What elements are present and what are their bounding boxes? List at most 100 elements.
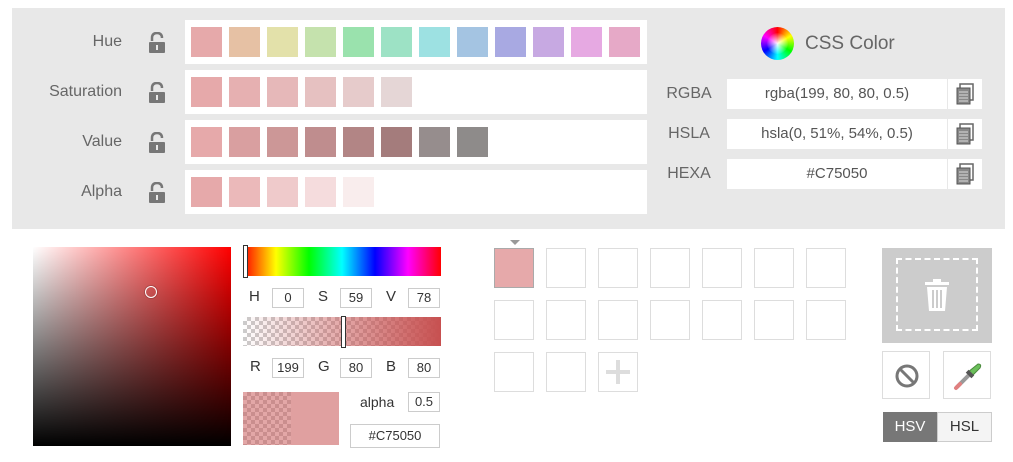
palette-slot-selected[interactable] xyxy=(494,248,534,288)
palette-slot[interactable] xyxy=(650,248,690,288)
value-swatch[interactable] xyxy=(343,127,374,157)
trash-drop-zone[interactable] xyxy=(882,248,992,343)
selected-slot-marker xyxy=(510,240,520,245)
hexa-copy-button[interactable] xyxy=(948,159,982,189)
palette-slot[interactable] xyxy=(546,352,586,392)
hsla-copy-button[interactable] xyxy=(948,119,982,149)
s-input[interactable]: 59 xyxy=(340,288,372,308)
hue-swatch[interactable] xyxy=(457,27,488,57)
alpha-swatch[interactable] xyxy=(305,177,336,207)
hue-swatch[interactable] xyxy=(191,27,222,57)
alpha-swatch[interactable] xyxy=(191,177,222,207)
rgba-value-field[interactable]: rgba(199, 80, 80, 0.5) xyxy=(727,79,947,109)
saturation-swatch[interactable] xyxy=(267,77,298,107)
v-label: V xyxy=(386,288,397,305)
saturation-swatch-row xyxy=(185,70,647,114)
unlock-icon[interactable] xyxy=(148,81,166,104)
saturation-swatch[interactable] xyxy=(381,77,412,107)
no-symbol-icon xyxy=(895,364,919,388)
hue-swatch[interactable] xyxy=(495,27,526,57)
sv-pointer[interactable] xyxy=(145,286,157,298)
palette-slot[interactable] xyxy=(702,248,742,288)
unlock-icon[interactable] xyxy=(148,131,166,154)
hue-swatch[interactable] xyxy=(533,27,564,57)
palette-slot[interactable] xyxy=(650,300,690,340)
saturation-swatch[interactable] xyxy=(343,77,374,107)
g-label: G xyxy=(318,358,330,375)
saturation-swatch[interactable] xyxy=(305,77,336,107)
hue-row-label: Hue xyxy=(92,33,122,50)
palette-slot[interactable] xyxy=(806,300,846,340)
hue-swatch[interactable] xyxy=(419,27,450,57)
value-swatch[interactable] xyxy=(267,127,298,157)
saturation-value-picker[interactable] xyxy=(33,247,231,446)
h-label: H xyxy=(249,288,260,305)
saturation-swatch[interactable] xyxy=(229,77,260,107)
copy-icon xyxy=(956,83,974,105)
hexa-label: HEXA xyxy=(667,165,711,182)
value-swatch[interactable] xyxy=(305,127,336,157)
value-swatch[interactable] xyxy=(229,127,260,157)
alpha-swatch-row xyxy=(185,170,647,214)
palette-slot[interactable] xyxy=(494,300,534,340)
unlock-icon[interactable] xyxy=(148,31,166,54)
value-swatch[interactable] xyxy=(419,127,450,157)
b-input[interactable]: 80 xyxy=(408,358,440,378)
palette-slot[interactable] xyxy=(806,248,846,288)
hue-swatch[interactable] xyxy=(343,27,374,57)
alpha-slider-handle[interactable] xyxy=(341,316,346,348)
hue-swatch[interactable] xyxy=(609,27,640,57)
value-swatch[interactable] xyxy=(457,127,488,157)
palette-slot[interactable] xyxy=(546,248,586,288)
hsla-value-field[interactable]: hsla(0, 51%, 54%, 0.5) xyxy=(727,119,947,149)
palette-slot[interactable] xyxy=(598,248,638,288)
r-label: R xyxy=(250,358,261,375)
hexa-value-field[interactable]: #C75050 xyxy=(727,159,947,189)
trash-icon xyxy=(925,279,949,311)
value-swatch[interactable] xyxy=(381,127,412,157)
color-preview xyxy=(243,392,339,445)
hsl-mode-button[interactable]: HSL xyxy=(937,412,992,442)
hsv-mode-button[interactable]: HSV xyxy=(883,412,937,442)
alpha-swatch[interactable] xyxy=(229,177,260,207)
color-wheel-icon xyxy=(761,27,794,60)
palette-slot[interactable] xyxy=(702,300,742,340)
hue-swatch[interactable] xyxy=(381,27,412,57)
alpha-swatch[interactable] xyxy=(267,177,298,207)
saturation-swatch[interactable] xyxy=(191,77,222,107)
palette-slot[interactable] xyxy=(754,248,794,288)
hue-slider[interactable] xyxy=(243,247,441,276)
css-color-title: CSS Color xyxy=(805,33,895,54)
hue-swatch[interactable] xyxy=(571,27,602,57)
r-input[interactable]: 199 xyxy=(272,358,304,378)
alpha-swatch[interactable] xyxy=(343,177,374,207)
rgba-label: RGBA xyxy=(666,85,712,102)
h-input[interactable]: 0 xyxy=(272,288,304,308)
preview-opaque xyxy=(291,392,339,445)
s-label: S xyxy=(318,288,329,305)
palette-slot[interactable] xyxy=(598,300,638,340)
g-input[interactable]: 80 xyxy=(340,358,372,378)
b-label: B xyxy=(386,358,397,375)
alpha-row-label: Alpha xyxy=(81,183,122,200)
hue-swatch[interactable] xyxy=(267,27,298,57)
eyedropper-icon xyxy=(954,363,982,390)
palette-slot[interactable] xyxy=(754,300,794,340)
hex-input[interactable]: #C75050 xyxy=(350,424,440,448)
hue-swatch[interactable] xyxy=(229,27,260,57)
eyedropper-button[interactable] xyxy=(943,351,991,399)
alpha-input[interactable]: 0.5 xyxy=(408,392,440,412)
hue-slider-handle[interactable] xyxy=(243,245,248,278)
unlock-icon[interactable] xyxy=(148,181,166,204)
value-swatch-row xyxy=(185,120,647,164)
v-input[interactable]: 78 xyxy=(408,288,440,308)
add-color-button[interactable] xyxy=(598,352,638,392)
hue-swatch[interactable] xyxy=(305,27,336,57)
clear-button[interactable] xyxy=(882,351,930,399)
preview-with-alpha xyxy=(243,392,291,445)
rgba-copy-button[interactable] xyxy=(948,79,982,109)
hsla-label: HSLA xyxy=(668,125,710,142)
palette-slot[interactable] xyxy=(546,300,586,340)
palette-slot[interactable] xyxy=(494,352,534,392)
value-swatch[interactable] xyxy=(191,127,222,157)
